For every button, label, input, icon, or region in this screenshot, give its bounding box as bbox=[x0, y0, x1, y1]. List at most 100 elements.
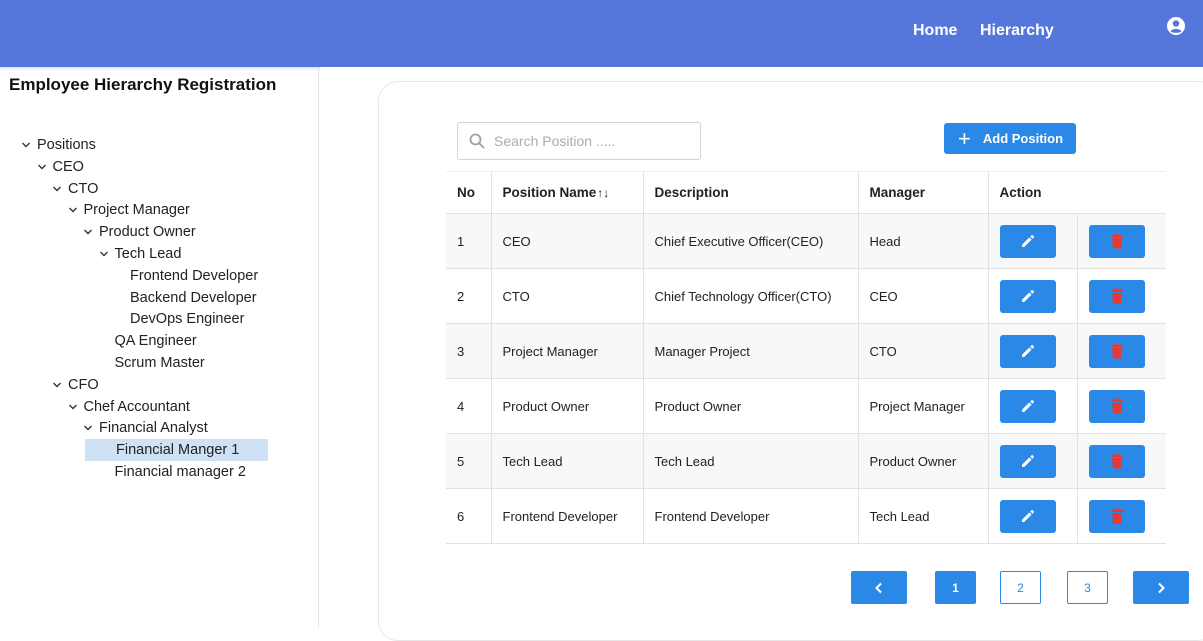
delete-button[interactable] bbox=[1088, 499, 1145, 533]
tree-item[interactable]: Chef Accountant bbox=[65, 396, 190, 418]
chevron-right-icon bbox=[1158, 582, 1165, 593]
chevron-down-icon[interactable] bbox=[65, 399, 81, 415]
tree-item[interactable]: Financial Analyst bbox=[80, 417, 208, 439]
tree-item[interactable]: QA Engineer bbox=[96, 330, 197, 352]
trash-icon bbox=[1110, 233, 1124, 249]
page-1-button[interactable]: 1 bbox=[935, 571, 976, 604]
header-action: Action bbox=[987, 171, 1166, 214]
cell-manager: CEO bbox=[857, 268, 988, 324]
tree-item-label: Positions bbox=[37, 137, 96, 153]
chevron-down-icon[interactable] bbox=[49, 181, 65, 197]
table-row: 5 Tech Lead Tech Lead Product Owner bbox=[446, 433, 1166, 489]
chevron-down-icon[interactable] bbox=[96, 246, 112, 262]
cell-position-name: Project Manager bbox=[490, 323, 643, 379]
cell-manager: Head bbox=[857, 213, 988, 269]
pencil-icon bbox=[1020, 453, 1036, 469]
table-row: 6 Frontend Developer Frontend Developer Tec… bbox=[446, 488, 1166, 544]
positions-table: No Position Name↑↓ Description Manager A… bbox=[446, 171, 1166, 544]
chevron-down-icon[interactable] bbox=[34, 159, 50, 175]
cell-edit bbox=[987, 213, 1077, 269]
cell-manager: CTO bbox=[857, 323, 988, 379]
nav-hierarchy-link[interactable]: Hierarchy bbox=[980, 22, 1054, 40]
edit-button[interactable] bbox=[999, 279, 1056, 313]
cell-edit bbox=[987, 378, 1077, 434]
tree-item-label: Backend Developer bbox=[130, 289, 257, 306]
cell-description: Chief Technology Officer(CTO) bbox=[642, 268, 858, 324]
search-box[interactable] bbox=[457, 122, 701, 160]
search-icon bbox=[469, 133, 485, 149]
cell-no: 5 bbox=[446, 433, 491, 489]
delete-button[interactable] bbox=[1088, 279, 1145, 313]
tree-item[interactable]: Product Owner bbox=[80, 221, 196, 243]
sort-icon[interactable]: ↑↓ bbox=[597, 186, 609, 200]
user-circle-icon[interactable] bbox=[1166, 16, 1186, 36]
tree-item[interactable]: Tech Lead bbox=[96, 243, 182, 265]
header-position-name[interactable]: Position Name↑↓ bbox=[490, 171, 643, 214]
chevron-down-icon[interactable] bbox=[65, 202, 81, 218]
edit-button[interactable] bbox=[999, 224, 1056, 258]
delete-button[interactable] bbox=[1088, 334, 1145, 368]
delete-button[interactable] bbox=[1088, 224, 1145, 258]
cell-position-name: Tech Lead bbox=[490, 433, 643, 489]
trash-icon bbox=[1110, 398, 1124, 414]
cell-position-name: CTO bbox=[490, 268, 643, 324]
tree-item-label: Tech Lead bbox=[114, 246, 182, 262]
tree-item[interactable]: CEO bbox=[34, 156, 84, 178]
page-3-button[interactable]: 3 bbox=[1067, 571, 1108, 604]
tree-item[interactable]: CFO bbox=[49, 374, 99, 396]
tree-item[interactable]: Project Manager bbox=[65, 199, 190, 221]
tree-item-label: CEO bbox=[52, 158, 84, 175]
edit-button[interactable] bbox=[999, 499, 1056, 533]
search-input[interactable] bbox=[494, 133, 684, 149]
pencil-icon bbox=[1020, 288, 1036, 304]
cell-no: 2 bbox=[446, 268, 491, 324]
cell-description: Product Owner bbox=[642, 378, 858, 434]
cell-edit bbox=[987, 433, 1077, 489]
pencil-icon bbox=[1020, 508, 1036, 524]
tree-item[interactable]: Financial Manger 1 bbox=[85, 439, 268, 462]
cell-position-name: CEO bbox=[490, 213, 643, 269]
chevron-down-icon[interactable] bbox=[49, 377, 65, 393]
chevron-down-icon[interactable] bbox=[80, 224, 96, 240]
cell-edit bbox=[987, 488, 1077, 544]
chevron-down-icon[interactable] bbox=[18, 137, 34, 153]
page-2-button[interactable]: 2 bbox=[1000, 571, 1041, 604]
tree-item-label: Financial manager 2 bbox=[114, 464, 246, 480]
chevron-down-icon[interactable] bbox=[80, 420, 96, 436]
cell-edit bbox=[987, 323, 1077, 379]
tree-item[interactable]: CTO bbox=[49, 178, 98, 200]
trash-icon bbox=[1110, 288, 1124, 304]
tree-item-label: CFO bbox=[68, 376, 99, 393]
header-no: No bbox=[446, 171, 491, 214]
next-page-button[interactable] bbox=[1133, 571, 1189, 604]
tree-item[interactable]: Frontend Developer bbox=[111, 265, 258, 287]
tree-item-label: Financial Manger 1 bbox=[116, 442, 240, 459]
delete-button[interactable] bbox=[1088, 389, 1145, 423]
nav-home-link[interactable]: Home bbox=[913, 22, 957, 40]
tree-item[interactable]: Scrum Master bbox=[96, 352, 205, 374]
prev-page-button[interactable] bbox=[851, 571, 907, 604]
cell-manager: Product Owner bbox=[857, 433, 988, 489]
chevron-left-icon bbox=[875, 582, 882, 593]
edit-button[interactable] bbox=[999, 334, 1056, 368]
tree-item[interactable]: Financial manager 2 bbox=[96, 461, 246, 483]
header-description: Description bbox=[642, 171, 858, 214]
table-row: 4 Product Owner Product Owner Project Manag… bbox=[446, 378, 1166, 434]
cell-delete bbox=[1076, 268, 1166, 324]
cell-position-name: Frontend Developer bbox=[490, 488, 643, 544]
tree-item[interactable]: Backend Developer bbox=[111, 287, 257, 309]
delete-button[interactable] bbox=[1088, 444, 1145, 478]
tree-item[interactable]: Positions bbox=[18, 134, 96, 156]
add-position-button[interactable]: + Add Position bbox=[944, 123, 1076, 154]
header-position-name-label: Position Name bbox=[502, 185, 597, 200]
edit-button[interactable] bbox=[999, 389, 1056, 423]
cell-description: Frontend Developer bbox=[642, 488, 858, 544]
tree-item[interactable]: DevOps Engineer bbox=[111, 308, 244, 330]
edit-button[interactable] bbox=[999, 444, 1056, 478]
